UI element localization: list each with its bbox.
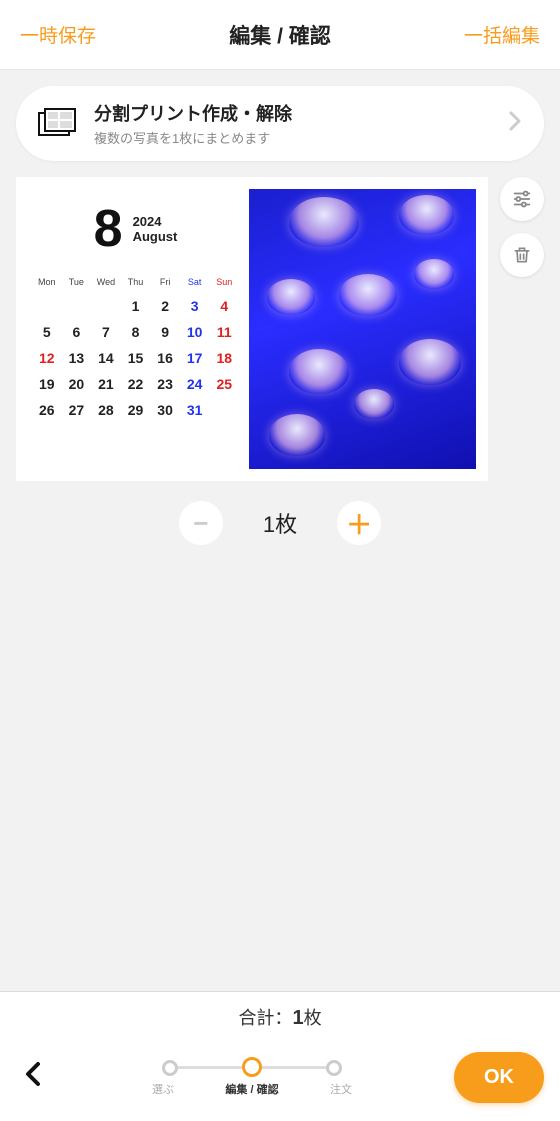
- total-value: 1: [292, 1007, 303, 1029]
- calendar-dow: Wed: [91, 277, 121, 291]
- calendar-day: 2: [150, 295, 180, 317]
- calendar-day: 15: [121, 347, 151, 369]
- calendar-panel: 8 2024 August MonTueWedThuFriSatSun00012…: [28, 189, 243, 469]
- split-print-banner[interactable]: 分割プリント作成・解除 複数の写真を1枚にまとめます: [16, 86, 544, 161]
- page-title: 編集 / 確認: [229, 20, 331, 50]
- calendar-day: 11: [209, 321, 239, 343]
- calendar-day: 21: [91, 373, 121, 395]
- calendar-day: 23: [150, 373, 180, 395]
- calendar-day: 25: [209, 373, 239, 395]
- step-dot: [162, 1060, 178, 1076]
- calendar-dow: Sun: [209, 277, 239, 291]
- calendar-day: 12: [32, 347, 62, 369]
- batch-edit-button[interactable]: 一括編集: [464, 21, 540, 48]
- calendar-dow: Tue: [62, 277, 92, 291]
- quantity-stepper: − 1枚 ＋: [16, 501, 544, 545]
- calendar-day: 9: [150, 321, 180, 343]
- calendar-day: 26: [32, 399, 62, 421]
- calendar-month-name: August: [133, 229, 178, 244]
- calendar-day: 10: [180, 321, 210, 343]
- card-actions: [500, 177, 544, 277]
- calendar-day: 31: [180, 399, 210, 421]
- banner-title: 分割プリント作成・解除: [94, 100, 492, 126]
- calendar-day: 7: [91, 321, 121, 343]
- total-unit: 枚: [304, 1008, 322, 1028]
- calendar-dow: Thu: [121, 277, 151, 291]
- main-area: 分割プリント作成・解除 複数の写真を1枚にまとめます 8 2024 August…: [0, 70, 560, 991]
- calendar-day: 27: [62, 399, 92, 421]
- progress-steps: 選ぶ 編集 / 確認 注文: [62, 1059, 442, 1097]
- step-label: 注文: [330, 1081, 352, 1097]
- calendar-day: 8: [121, 321, 151, 343]
- calendar-day: 4: [209, 295, 239, 317]
- banner-subtitle: 複数の写真を1枚にまとめます: [94, 128, 492, 147]
- chevron-left-icon: [24, 1061, 42, 1087]
- calendar-grid: MonTueWedThuFriSatSun0001234567891011121…: [32, 277, 239, 421]
- banner-text: 分割プリント作成・解除 複数の写真を1枚にまとめます: [94, 100, 492, 147]
- calendar-day: 29: [121, 399, 151, 421]
- calendar-day: 16: [150, 347, 180, 369]
- calendar-day: 22: [121, 373, 151, 395]
- quantity-value: 1枚: [263, 507, 297, 539]
- split-print-icon: [38, 108, 78, 140]
- ok-button[interactable]: OK: [454, 1052, 544, 1103]
- total-label: 合計：: [238, 1008, 292, 1028]
- calendar-day: 6: [62, 321, 92, 343]
- footer: 選ぶ 編集 / 確認 注文 OK: [0, 1042, 560, 1121]
- calendar-day: 3: [180, 295, 210, 317]
- calendar-day: 1: [121, 295, 151, 317]
- calendar-day: 18: [209, 347, 239, 369]
- calendar-day: 30: [150, 399, 180, 421]
- calendar-year: 2024: [133, 214, 178, 229]
- chevron-right-icon: [508, 111, 522, 137]
- photo-panel: [249, 189, 476, 469]
- header: 一時保存 編集 / 確認 一括編集: [0, 0, 560, 70]
- step-dot: [326, 1060, 342, 1076]
- calendar-day: 17: [180, 347, 210, 369]
- calendar-dow: Sat: [180, 277, 210, 291]
- sliders-icon: [511, 188, 533, 210]
- print-card[interactable]: 8 2024 August MonTueWedThuFriSatSun00012…: [16, 177, 488, 481]
- total-bar: 合計：1枚: [0, 991, 560, 1042]
- calendar-day: 5: [32, 321, 62, 343]
- decrement-button[interactable]: −: [179, 501, 223, 545]
- save-draft-button[interactable]: 一時保存: [20, 21, 96, 48]
- calendar-dow: Fri: [150, 277, 180, 291]
- step-dot: [242, 1057, 262, 1077]
- calendar-day: 13: [62, 347, 92, 369]
- calendar-day: 28: [91, 399, 121, 421]
- step-label: 編集 / 確認: [225, 1081, 278, 1097]
- print-item-row: 8 2024 August MonTueWedThuFriSatSun00012…: [16, 177, 544, 481]
- calendar-day: 19: [32, 373, 62, 395]
- step-label: 選ぶ: [152, 1081, 174, 1097]
- trash-icon: [512, 244, 532, 266]
- delete-button[interactable]: [500, 233, 544, 277]
- increment-button[interactable]: ＋: [337, 501, 381, 545]
- calendar-day: 24: [180, 373, 210, 395]
- calendar-month-number: 8: [94, 199, 123, 259]
- calendar-day: 14: [91, 347, 121, 369]
- back-button[interactable]: [16, 1061, 50, 1094]
- adjust-button[interactable]: [500, 177, 544, 221]
- calendar-day: 20: [62, 373, 92, 395]
- calendar-dow: Mon: [32, 277, 62, 291]
